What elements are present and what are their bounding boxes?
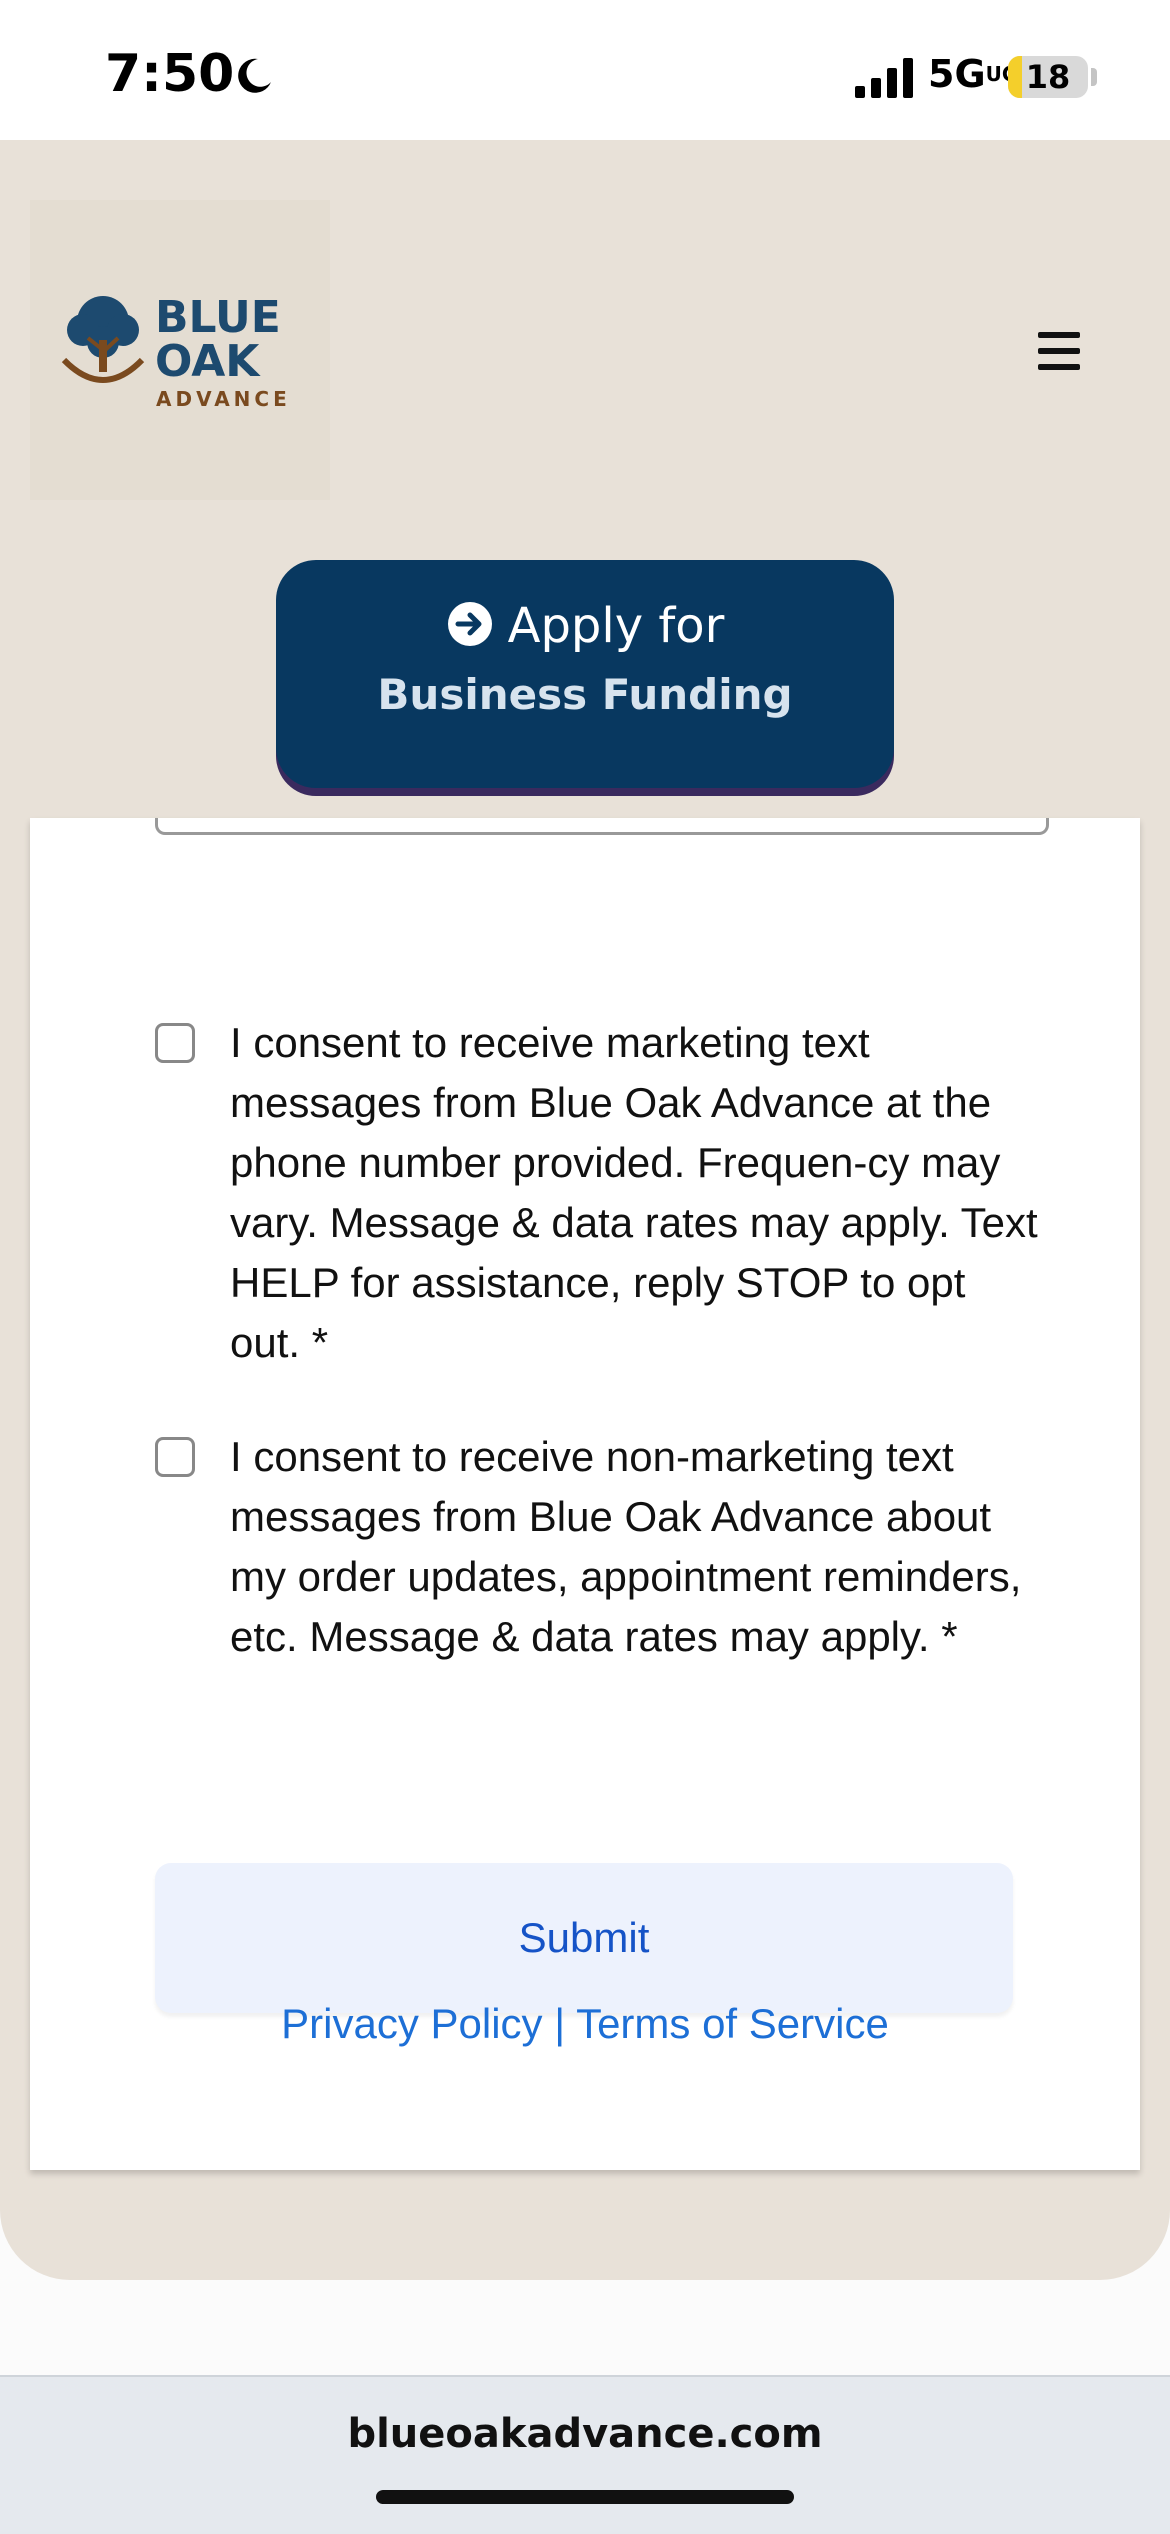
apply-button-sublabel: Business Funding: [377, 670, 793, 719]
non-marketing-consent-text: I consent to receive non-marketing text …: [230, 1433, 1022, 1660]
menu-bar-middle: [1038, 348, 1080, 354]
logo-text-advance: ADVANCE: [156, 387, 291, 411]
battery-icon: 18: [1008, 56, 1088, 98]
consent-form: I consent to receive marketing text mess…: [30, 818, 1140, 2170]
non-marketing-consent-checkbox[interactable]: [155, 1437, 195, 1477]
brand-logo[interactable]: BLUE OAK ADVANCE: [30, 200, 330, 500]
browser-url-bar[interactable]: blueoakadvance.com: [0, 2375, 1170, 2534]
apply-for-funding-button[interactable]: Apply for Business Funding: [276, 560, 894, 788]
status-time: 7:50: [105, 44, 235, 104]
battery-tip: [1091, 68, 1097, 86]
moon-icon: [238, 58, 271, 93]
logo-text-oak: OAK: [155, 336, 260, 387]
page-area: BLUE OAK ADVANCE Apply for Business Fund…: [0, 140, 1170, 2280]
apply-button-line1: Apply for: [276, 598, 894, 654]
battery-level: 18: [1025, 58, 1071, 96]
submit-button[interactable]: Submit: [155, 1863, 1013, 2013]
arrow-right-circle-icon: [447, 602, 492, 646]
url-text: blueoakadvance.com: [347, 2411, 823, 2457]
status-bar: 7:50 5GUC 18: [0, 0, 1170, 140]
cellular-signal-icon: [855, 58, 913, 98]
logo-text-blue: BLUE: [155, 292, 281, 343]
marketing-consent-text: I consent to receive marketing text mess…: [230, 1019, 1038, 1366]
apply-button-label: Apply for: [507, 598, 725, 654]
oak-tree-icon: [61, 296, 145, 383]
privacy-policy-link[interactable]: Privacy Policy: [281, 2000, 542, 2047]
footer-links: Privacy Policy | Terms of Service: [30, 2000, 1140, 2048]
network-indicator: 5GUC: [928, 52, 1017, 96]
hamburger-menu-icon[interactable]: [1030, 328, 1090, 384]
menu-bar-bottom: [1038, 364, 1080, 370]
footer-separator: |: [554, 2000, 566, 2047]
phone-input-field[interactable]: [155, 818, 1049, 835]
home-indicator[interactable]: [376, 2490, 794, 2504]
terms-of-service-link[interactable]: Terms of Service: [576, 2000, 889, 2047]
marketing-consent-checkbox[interactable]: [155, 1023, 195, 1063]
menu-bar-top: [1038, 332, 1080, 338]
